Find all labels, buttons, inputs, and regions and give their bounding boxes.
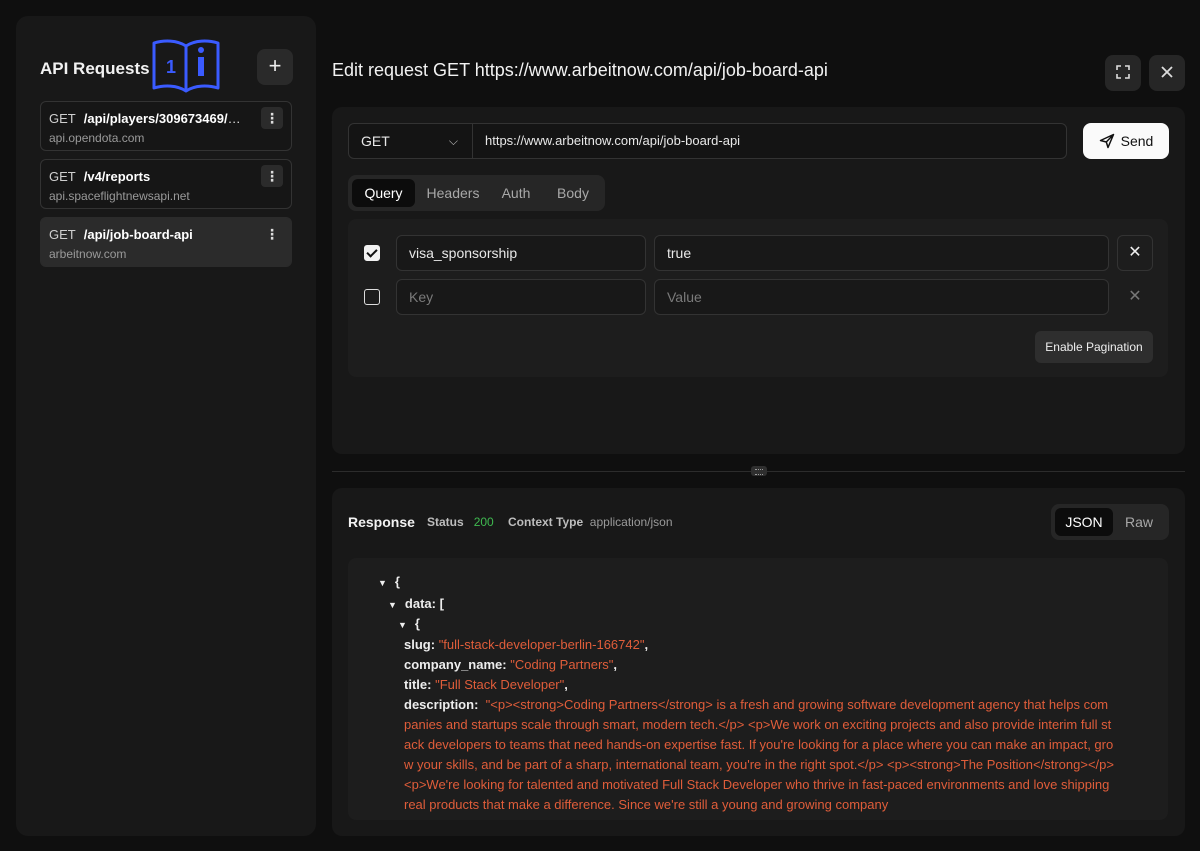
json-viewer: ▼{ ▼ data: [ ▼{ slug: "full-stack-develop…	[348, 558, 1168, 820]
param-key-input[interactable]: visa_sponsorship	[396, 235, 646, 271]
request-host: arbeitnow.com	[49, 247, 127, 261]
url-bar: GET ⌵ https://www.arbeitnow.com/api/job-b…	[348, 123, 1067, 159]
sidebar-title: API Requests	[40, 59, 150, 78]
request-tabs: Query Headers Auth Body	[348, 175, 605, 211]
json-field: slug: "full-stack-developer-berlin-16674…	[404, 637, 649, 652]
info-book-icon: 1	[150, 36, 222, 94]
response-view-toggle: JSON Raw	[1051, 504, 1169, 540]
badge-number: 1	[166, 57, 176, 77]
content-type-info: Context Type application/json	[508, 515, 673, 529]
json-field: company_name: "Coding Partners",	[404, 657, 618, 672]
status-code: 200	[473, 515, 494, 529]
close-icon: ✕	[1128, 288, 1142, 305]
param-enabled-checkbox[interactable]	[364, 289, 380, 305]
send-button[interactable]: Send	[1083, 123, 1169, 159]
request-path: /api/job-board-api	[83, 227, 193, 242]
param-key-input[interactable]: Key	[396, 279, 646, 315]
tab-auth[interactable]: Auth	[491, 179, 541, 207]
tab-query[interactable]: Query	[352, 179, 415, 207]
request-item-active[interactable]: GET/api/job-board-api arbeitnow.com ⋮	[40, 217, 292, 267]
add-request-button[interactable]: +	[257, 49, 293, 85]
request-path: /api/players/309673469/matches	[83, 111, 249, 126]
remove-param-button[interactable]: ✕	[1117, 235, 1153, 271]
enable-pagination-button[interactable]: Enable Pagination	[1035, 331, 1153, 363]
remove-param-button[interactable]: ✕	[1117, 279, 1153, 315]
request-item[interactable]: GET/api/players/309673469/matches api.op…	[40, 101, 292, 151]
close-icon	[1161, 66, 1173, 78]
page-title: Edit request GET https://www.arbeitnow.c…	[332, 60, 828, 80]
method-select[interactable]: GET ⌵	[349, 124, 473, 158]
response-label: Response	[348, 514, 415, 530]
chevron-down-icon: ⌵	[448, 134, 458, 148]
json-field: title: "Full Stack Developer",	[404, 677, 568, 692]
request-method: GET	[49, 111, 76, 126]
json-field-description: description: "<p><strong>Coding Partners…	[404, 697, 1114, 812]
close-button[interactable]	[1149, 55, 1185, 91]
close-icon: ✕	[1128, 244, 1142, 261]
request-method: GET	[49, 227, 76, 242]
maximize-icon	[1116, 65, 1130, 79]
url-input[interactable]: https://www.arbeitnow.com/api/job-board-…	[485, 124, 740, 158]
more-vertical-icon[interactable]: ⋮	[261, 107, 283, 129]
fullscreen-button[interactable]	[1105, 55, 1141, 91]
param-value-input[interactable]: Value	[654, 279, 1109, 315]
status-info: Status 200	[427, 515, 494, 529]
request-path: /v4/reports	[83, 169, 151, 184]
more-vertical-icon[interactable]: ⋮	[261, 223, 283, 245]
request-host: api.opendota.com	[49, 131, 145, 145]
param-enabled-checkbox[interactable]	[364, 245, 380, 261]
sidebar: API Requests + GET/api/players/309673469…	[16, 16, 316, 836]
request-item[interactable]: GET/v4/reports api.spaceflightnewsapi.ne…	[40, 159, 292, 209]
request-host: api.spaceflightnewsapi.net	[49, 189, 190, 203]
collapse-toggle-icon[interactable]: ▼	[398, 620, 407, 630]
param-value-input[interactable]: true	[654, 235, 1109, 271]
resize-handle[interactable]	[751, 466, 767, 476]
tab-headers[interactable]: Headers	[419, 179, 487, 207]
collapse-toggle-icon[interactable]: ▼	[388, 600, 397, 610]
collapse-toggle-icon[interactable]: ▼	[378, 578, 387, 588]
send-icon	[1099, 133, 1114, 149]
more-vertical-icon[interactable]: ⋮	[261, 165, 283, 187]
view-raw-button[interactable]: Raw	[1113, 508, 1165, 536]
tab-body[interactable]: Body	[545, 179, 601, 207]
view-json-button[interactable]: JSON	[1055, 508, 1113, 536]
request-method: GET	[49, 169, 76, 184]
